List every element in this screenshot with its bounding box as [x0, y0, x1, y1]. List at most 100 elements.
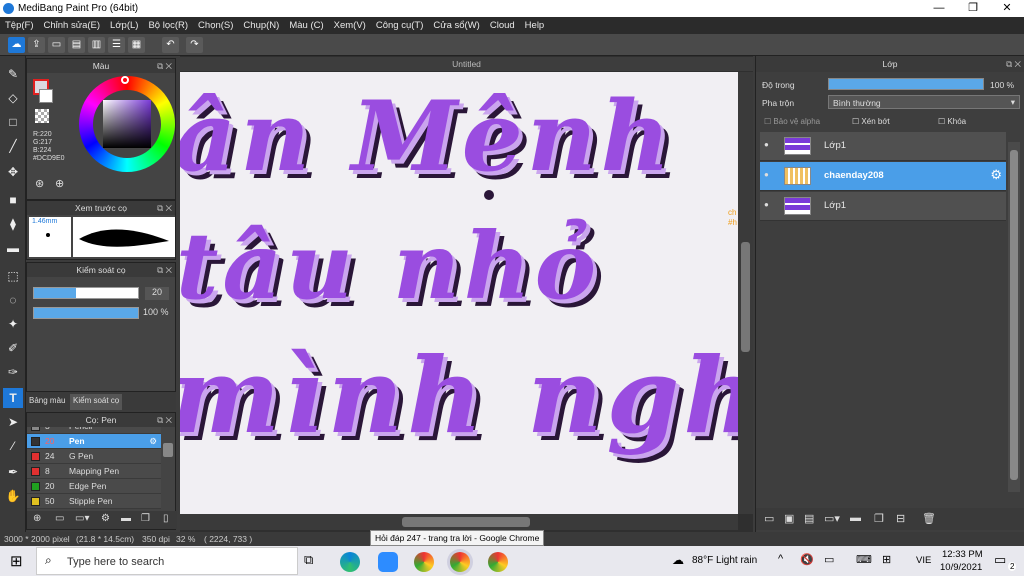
- speaker-muted-icon[interactable]: 🔇: [800, 553, 814, 566]
- text-tool-icon[interactable]: T: [3, 388, 23, 408]
- eraser-tool-icon[interactable]: ◇: [3, 88, 23, 108]
- edge-browser-icon[interactable]: [340, 552, 360, 572]
- fill-rect-tool-icon[interactable]: ■: [3, 190, 23, 210]
- ime-icon[interactable]: ⊞: [882, 553, 891, 566]
- weather-icon[interactable]: ☁: [672, 553, 684, 567]
- transparent-swatch[interactable]: [35, 109, 49, 123]
- folder-icon[interactable]: ▬: [121, 513, 131, 524]
- dropper-icon[interactable]: ⁄: [3, 436, 23, 456]
- palette-icon[interactable]: ⊕: [55, 177, 64, 190]
- hue-handle[interactable]: [121, 76, 129, 84]
- keyboard-icon[interactable]: ⌨: [856, 553, 872, 566]
- layer-folder-icon[interactable]: ▬: [850, 512, 861, 524]
- eyedropper-icon[interactable]: ✒: [3, 462, 23, 482]
- tab-color-palette[interactable]: Bảng màu: [29, 396, 65, 405]
- hue-wheel[interactable]: [79, 76, 175, 172]
- close-button[interactable]: ✕: [990, 0, 1024, 17]
- search-box[interactable]: ⌕ Type here to search: [36, 547, 298, 575]
- saturation-square[interactable]: [103, 100, 151, 148]
- menu-select[interactable]: Chọn(S): [193, 17, 238, 31]
- gradient-tool-icon[interactable]: ▬: [3, 238, 23, 258]
- brush-size-value[interactable]: 20: [145, 287, 169, 300]
- chrome-profile-icon[interactable]: [488, 552, 508, 572]
- comment-icon[interactable]: ▭: [48, 37, 65, 53]
- document-icon[interactable]: ▥: [88, 37, 105, 53]
- gear-icon[interactable]: ⚙: [990, 167, 1002, 183]
- windows-start-icon[interactable]: ⊞: [10, 552, 23, 570]
- menu-layer[interactable]: Lớp(L): [105, 17, 143, 31]
- new-layer-icon[interactable]: ▭: [764, 512, 774, 525]
- brush-list-scrollbar[interactable]: [163, 443, 173, 457]
- layer-row[interactable]: ● Lớp1: [760, 192, 1006, 221]
- menu-color[interactable]: Màu (C): [284, 17, 328, 31]
- background-color-swatch[interactable]: [39, 89, 53, 103]
- brush-list-item[interactable]: 20 Pen ⚙: [27, 434, 161, 449]
- share-icon[interactable]: ⇪: [28, 37, 45, 53]
- chevron-up-icon[interactable]: ^: [778, 553, 783, 565]
- panel-close-icon[interactable]: ⧉ ✕: [1006, 56, 1021, 72]
- layer-row[interactable]: ● chaenday208 ⚙: [760, 162, 1006, 191]
- menu-file[interactable]: Tệp(F): [0, 17, 39, 31]
- maximize-button[interactable]: ❐: [956, 0, 990, 17]
- select-rect-icon[interactable]: ⬚: [3, 266, 23, 286]
- layer-row[interactable]: ● Lớp1: [760, 132, 1006, 161]
- menu-view[interactable]: Xem(V): [329, 17, 371, 31]
- vertical-scroll-thumb[interactable]: [741, 242, 750, 352]
- notification-icon[interactable]: ▭: [994, 552, 1006, 568]
- lock-checkbox[interactable]: ☐ Khóa: [938, 117, 966, 126]
- panel-close-icon[interactable]: ⧉ ✕: [157, 413, 172, 427]
- brush-size-slider[interactable]: [33, 287, 139, 299]
- menu-cloud[interactable]: Cloud: [485, 17, 520, 31]
- menu-tools[interactable]: Công cụ(T): [371, 17, 429, 31]
- line-tool-icon[interactable]: ╱: [3, 136, 23, 156]
- menu-edit[interactable]: Chỉnh sửa(E): [39, 17, 106, 31]
- magic-wand-icon[interactable]: ✦: [3, 314, 23, 334]
- gear-icon[interactable]: ⚙: [149, 434, 157, 449]
- brush-menu-icon[interactable]: ▭▾: [75, 513, 89, 524]
- chrome-active-icon[interactable]: [450, 552, 470, 572]
- brush-list-item[interactable]: 3 Pencil: [27, 427, 161, 434]
- menu-filter[interactable]: Bộ lọc(R): [143, 17, 193, 31]
- document-tab[interactable]: Untitled: [180, 57, 753, 71]
- undo-icon[interactable]: ↶: [162, 37, 179, 53]
- bucket-tool-icon[interactable]: ⧫: [3, 214, 23, 234]
- panel-close-icon[interactable]: ⧉ ✕: [157, 263, 172, 277]
- new-brush-icon[interactable]: ▭: [55, 513, 64, 524]
- clock-time[interactable]: 12:33 PM: [942, 549, 983, 560]
- menu-help[interactable]: Help: [520, 17, 550, 31]
- tab-brush-control[interactable]: Kiểm soát cọ: [70, 394, 123, 410]
- cloud-icon[interactable]: ☁: [8, 37, 25, 53]
- merge-layer-icon[interactable]: ⊟: [896, 512, 905, 525]
- visibility-icon[interactable]: ●: [764, 170, 769, 179]
- add-brush-icon[interactable]: ⊕: [33, 513, 41, 524]
- brush-tool-icon[interactable]: ✎: [3, 64, 23, 84]
- blend-mode-select[interactable]: Bình thường ▾: [828, 95, 1020, 109]
- grid-icon[interactable]: ▦: [128, 37, 145, 53]
- panel-close-icon[interactable]: ⧉ ✕: [157, 201, 172, 215]
- brush-list-item[interactable]: 50 Stipple Pen: [27, 494, 161, 509]
- menu-snap[interactable]: Chụp(N): [238, 17, 284, 31]
- color-mode-icon[interactable]: ⊛: [35, 177, 44, 190]
- new-halftone-layer-icon[interactable]: ▣: [784, 512, 794, 525]
- clock-date[interactable]: 10/9/2021: [940, 562, 982, 573]
- zoom-app-icon[interactable]: [378, 552, 398, 572]
- minimize-button[interactable]: —: [922, 0, 956, 17]
- brush-list-item[interactable]: 20 Edge Pen: [27, 479, 161, 494]
- visibility-icon[interactable]: ●: [764, 140, 769, 149]
- network-icon[interactable]: ▭: [824, 553, 834, 566]
- chat-icon[interactable]: ▤: [68, 37, 85, 53]
- chrome-icon[interactable]: [414, 552, 434, 572]
- layer-scrollbar[interactable]: [1008, 142, 1020, 492]
- brush-list-item[interactable]: 8 Mapping Pen: [27, 464, 161, 479]
- delete-brush-icon[interactable]: ▯: [163, 513, 169, 524]
- duplicate-icon[interactable]: ❐: [141, 513, 150, 524]
- brush-list-item[interactable]: 24 G Pen: [27, 449, 161, 464]
- drawing-canvas[interactable]: ân Mênh tâu nhỏ mình nghĩ: [180, 72, 738, 514]
- redo-icon[interactable]: ↷: [186, 37, 203, 53]
- brush-settings-icon[interactable]: ⚙: [101, 513, 110, 524]
- panel-close-icon[interactable]: ⧉ ✕: [157, 59, 172, 73]
- layer-opacity-slider[interactable]: [828, 78, 984, 90]
- task-view-icon[interactable]: ⧉: [304, 552, 313, 568]
- weather-text[interactable]: 88°F Light rain: [692, 555, 757, 566]
- horizontal-scroll-thumb[interactable]: [402, 517, 530, 527]
